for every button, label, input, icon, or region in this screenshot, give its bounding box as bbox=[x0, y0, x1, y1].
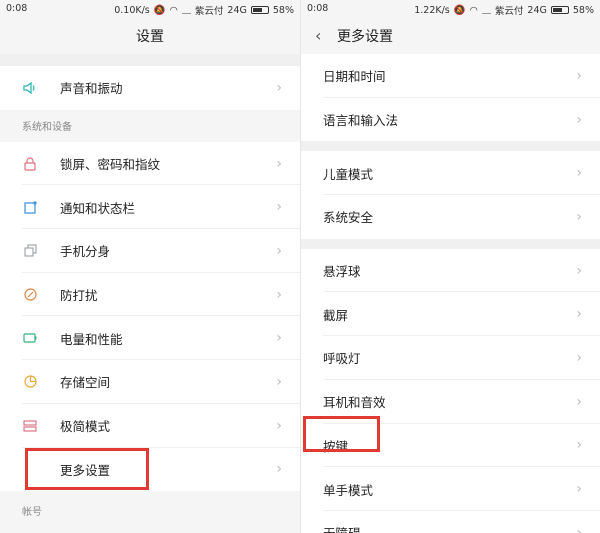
status-time: 0:08 bbox=[6, 3, 28, 14]
status-bar: 0:08 1.22K/s 🔕 ◠ 紫云付 24G 58% bbox=[301, 0, 600, 18]
status-speed: 1.22K/s bbox=[414, 4, 450, 16]
chevron-right-icon: › bbox=[576, 481, 582, 498]
chevron-right-icon: › bbox=[576, 349, 582, 366]
storage-icon bbox=[22, 374, 38, 390]
signal-icon bbox=[481, 6, 491, 14]
more-settings-list: 日期和时间 › 语言和输入法 › 儿童模式 › 系统安全 › 悬浮球 › 截屏 … bbox=[301, 54, 600, 533]
page-title: 设置 bbox=[136, 29, 164, 45]
settings-item-lockscreen[interactable]: 锁屏、密码和指纹 › bbox=[0, 141, 300, 186]
back-arrow-icon[interactable]: ‹ bbox=[315, 28, 327, 44]
clone-icon bbox=[22, 243, 38, 259]
battery-status-icon bbox=[550, 6, 569, 14]
chevron-right-icon: › bbox=[276, 373, 282, 390]
settings-item-simple-mode[interactable]: 极简模式 › bbox=[0, 403, 300, 448]
settings-item-dnd[interactable]: 防打扰 › bbox=[0, 272, 300, 317]
wifi-icon: ◠ bbox=[169, 4, 178, 16]
chevron-right-icon: › bbox=[276, 417, 282, 434]
status-bar: 0:08 0.10K/s 🔕 ◠ 紫云付 24G 58% bbox=[0, 0, 300, 18]
chevron-right-icon: › bbox=[576, 111, 582, 128]
settings-item-notifications[interactable]: 通知和状态栏 › bbox=[0, 185, 300, 230]
section-header-account: 帐号 bbox=[0, 491, 300, 530]
chevron-right-icon: › bbox=[576, 306, 582, 323]
chevron-right-icon: › bbox=[576, 165, 582, 182]
section-header-system: 系统和设备 bbox=[0, 109, 300, 142]
status-carrier: 紫云付 bbox=[194, 6, 224, 17]
chevron-right-icon: › bbox=[576, 437, 582, 454]
status-carrier: 紫云付 bbox=[494, 6, 524, 17]
chevron-right-icon: › bbox=[276, 461, 282, 478]
status-time: 0:08 bbox=[307, 3, 329, 14]
chevron-right-icon: › bbox=[276, 199, 282, 216]
settings-item-notification-light[interactable]: 呼吸灯 › bbox=[301, 336, 600, 380]
settings-item-screenshot[interactable]: 截屏 › bbox=[301, 292, 600, 337]
settings-item-battery[interactable]: 电量和性能 › bbox=[0, 316, 300, 361]
chevron-right-icon: › bbox=[576, 262, 582, 279]
status-speed: 0.10K/s bbox=[114, 4, 150, 16]
chevron-right-icon: › bbox=[276, 79, 282, 96]
highlight-more-settings bbox=[25, 448, 149, 490]
settings-item-accessibility[interactable]: 无障碍 › bbox=[301, 510, 600, 533]
chevron-right-icon: › bbox=[576, 393, 582, 410]
speaker-icon bbox=[22, 80, 38, 96]
settings-screen: 0:08 0.10K/s 🔕 ◠ 紫云付 24G 58% 设置 声音和振动 › … bbox=[0, 0, 300, 533]
highlight-buttons bbox=[303, 416, 380, 452]
settings-item-kids-mode[interactable]: 儿童模式 › bbox=[301, 151, 600, 196]
settings-item-one-handed[interactable]: 单手模式 › bbox=[301, 467, 600, 511]
lock-icon bbox=[22, 156, 38, 172]
simple-mode-icon bbox=[22, 418, 38, 434]
status-battery: 58% bbox=[272, 4, 294, 16]
status-battery: 58% bbox=[572, 4, 594, 16]
settings-item-floating-ball[interactable]: 悬浮球 › bbox=[301, 248, 600, 293]
settings-item-date-time[interactable]: 日期和时间 › bbox=[301, 54, 600, 98]
battery-icon bbox=[22, 330, 38, 346]
chevron-right-icon: › bbox=[276, 330, 282, 347]
signal-icon bbox=[181, 6, 191, 14]
page-title: 更多设置 bbox=[337, 29, 393, 45]
settings-item-storage[interactable]: 存储空间 › bbox=[0, 360, 300, 404]
mute-icon: 🔕 bbox=[153, 4, 166, 16]
notification-icon bbox=[22, 199, 38, 215]
settings-item-language-input[interactable]: 语言和输入法 › bbox=[301, 97, 600, 142]
chevron-right-icon: › bbox=[576, 67, 582, 84]
chevron-right-icon: › bbox=[276, 286, 282, 303]
settings-item-sound[interactable]: 声音和振动 › bbox=[0, 66, 300, 110]
mute-icon: 🔕 bbox=[453, 4, 466, 16]
more-settings-screen: 0:08 1.22K/s 🔕 ◠ 紫云付 24G 58% ‹ 更多设置 日期和时… bbox=[300, 0, 600, 533]
do-not-disturb-icon bbox=[22, 287, 38, 303]
wifi-icon: ◠ bbox=[469, 4, 478, 16]
status-net: 24G bbox=[227, 4, 247, 16]
chevron-right-icon: › bbox=[276, 242, 282, 259]
chevron-right-icon: › bbox=[276, 155, 282, 172]
settings-item-dual-apps[interactable]: 手机分身 › bbox=[0, 229, 300, 273]
chevron-right-icon: › bbox=[576, 524, 582, 533]
status-net: 24G bbox=[527, 4, 547, 16]
battery-status-icon bbox=[250, 6, 269, 14]
chevron-right-icon: › bbox=[576, 208, 582, 225]
settings-item-system-security[interactable]: 系统安全 › bbox=[301, 195, 600, 239]
